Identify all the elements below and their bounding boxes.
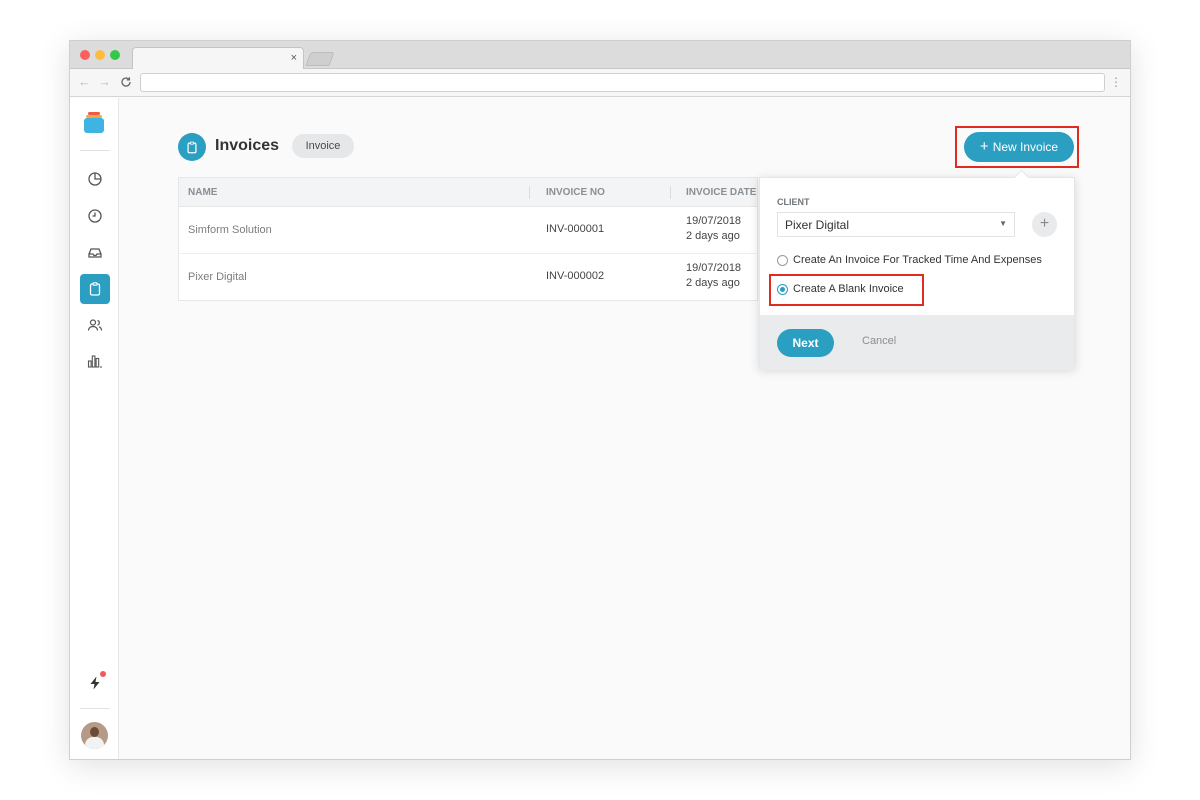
column-separator bbox=[529, 186, 530, 199]
reload-icon[interactable] bbox=[120, 74, 132, 92]
add-client-button[interactable]: + bbox=[1032, 212, 1057, 237]
inbox-icon bbox=[88, 248, 102, 258]
radio-tracked-time[interactable] bbox=[777, 255, 788, 266]
forward-arrow-icon[interactable]: → bbox=[98, 74, 111, 90]
client-select-value: Pixer Digital bbox=[785, 218, 850, 232]
browser-tab[interactable]: × bbox=[132, 47, 304, 70]
user-avatar[interactable] bbox=[81, 722, 108, 749]
client-select[interactable]: Pixer Digital ▼ bbox=[777, 212, 1015, 237]
browser-window: × ← → ⋮ Invoices Invoice + New Invoice N… bbox=[69, 40, 1131, 760]
minimize-window-button[interactable] bbox=[95, 50, 105, 60]
sidebar-divider bbox=[80, 708, 110, 709]
invoices-page-icon bbox=[178, 133, 206, 161]
client-label: CLIENT bbox=[777, 197, 810, 207]
column-separator bbox=[670, 186, 671, 199]
option-tracked-time-label[interactable]: Create An Invoice For Tracked Time And E… bbox=[793, 254, 1042, 266]
clock-icon bbox=[88, 209, 102, 223]
lightning-icon bbox=[90, 676, 100, 690]
sidebar-item-time[interactable] bbox=[80, 201, 110, 231]
new-tab-button[interactable] bbox=[305, 52, 335, 66]
sidebar-item-reports[interactable] bbox=[80, 346, 110, 376]
popover-footer: Next Cancel bbox=[760, 315, 1074, 370]
app-sidebar bbox=[70, 98, 119, 759]
column-header-invoice-date[interactable]: INVOICE DATE bbox=[686, 178, 756, 207]
back-arrow-icon[interactable]: ← bbox=[78, 74, 91, 90]
popover-caret bbox=[1013, 169, 1030, 186]
row-invoice-relative-date: 2 days ago bbox=[686, 230, 740, 242]
close-window-button[interactable] bbox=[80, 50, 90, 60]
row-client-name[interactable]: Simform Solution bbox=[188, 224, 272, 236]
app-logo[interactable] bbox=[84, 112, 104, 134]
column-header-invoice-no[interactable]: INVOICE NO bbox=[546, 178, 605, 207]
chevron-down-icon: ▼ bbox=[999, 219, 1007, 228]
row-invoice-no: INV-000002 bbox=[546, 270, 605, 282]
pie-chart-icon bbox=[88, 172, 102, 186]
browser-tab-bar: × bbox=[70, 41, 1130, 70]
cancel-button[interactable]: Cancel bbox=[862, 335, 896, 347]
notification-dot bbox=[100, 671, 106, 677]
users-icon bbox=[87, 319, 103, 331]
new-invoice-highlight-box bbox=[955, 126, 1079, 168]
clipboard-icon bbox=[89, 282, 101, 296]
table-row[interactable]: Simform Solution INV-000001 19/07/2018 2… bbox=[179, 207, 757, 254]
row-invoice-date: 19/07/2018 bbox=[686, 262, 742, 274]
sidebar-item-team[interactable] bbox=[80, 310, 110, 340]
next-button[interactable]: Next bbox=[777, 329, 834, 357]
address-bar-input[interactable] bbox=[140, 73, 1105, 92]
bar-chart-icon bbox=[87, 355, 102, 368]
row-client-name[interactable]: Pixer Digital bbox=[188, 271, 247, 283]
maximize-window-button[interactable] bbox=[110, 50, 120, 60]
sidebar-item-inbox[interactable] bbox=[80, 238, 110, 268]
row-invoice-relative-date: 2 days ago bbox=[686, 277, 740, 289]
browser-menu-icon[interactable]: ⋮ bbox=[1110, 74, 1122, 90]
sidebar-item-invoices[interactable] bbox=[80, 274, 110, 304]
page-title: Invoices bbox=[215, 137, 280, 154]
table-row[interactable]: Pixer Digital INV-000002 19/07/2018 2 da… bbox=[179, 254, 757, 301]
sidebar-item-dashboard[interactable] bbox=[80, 164, 110, 194]
sidebar-divider bbox=[80, 150, 110, 151]
invoices-table: NAME INVOICE NO INVOICE DATE Simform Sol… bbox=[178, 177, 758, 301]
browser-toolbar: ← → ⋮ bbox=[70, 69, 1130, 97]
column-header-name[interactable]: NAME bbox=[188, 178, 217, 207]
table-header: NAME INVOICE NO INVOICE DATE bbox=[179, 178, 757, 207]
clipboard-icon bbox=[187, 141, 197, 153]
new-invoice-popover: CLIENT Pixer Digital ▼ + Create An Invoi… bbox=[759, 169, 1075, 370]
blank-invoice-highlight-box bbox=[769, 274, 924, 306]
row-invoice-date: 19/07/2018 bbox=[686, 215, 742, 227]
invoice-filter-chip[interactable]: Invoice bbox=[292, 134, 354, 158]
tab-close-icon[interactable]: × bbox=[291, 51, 297, 65]
row-invoice-no: INV-000001 bbox=[546, 223, 605, 235]
